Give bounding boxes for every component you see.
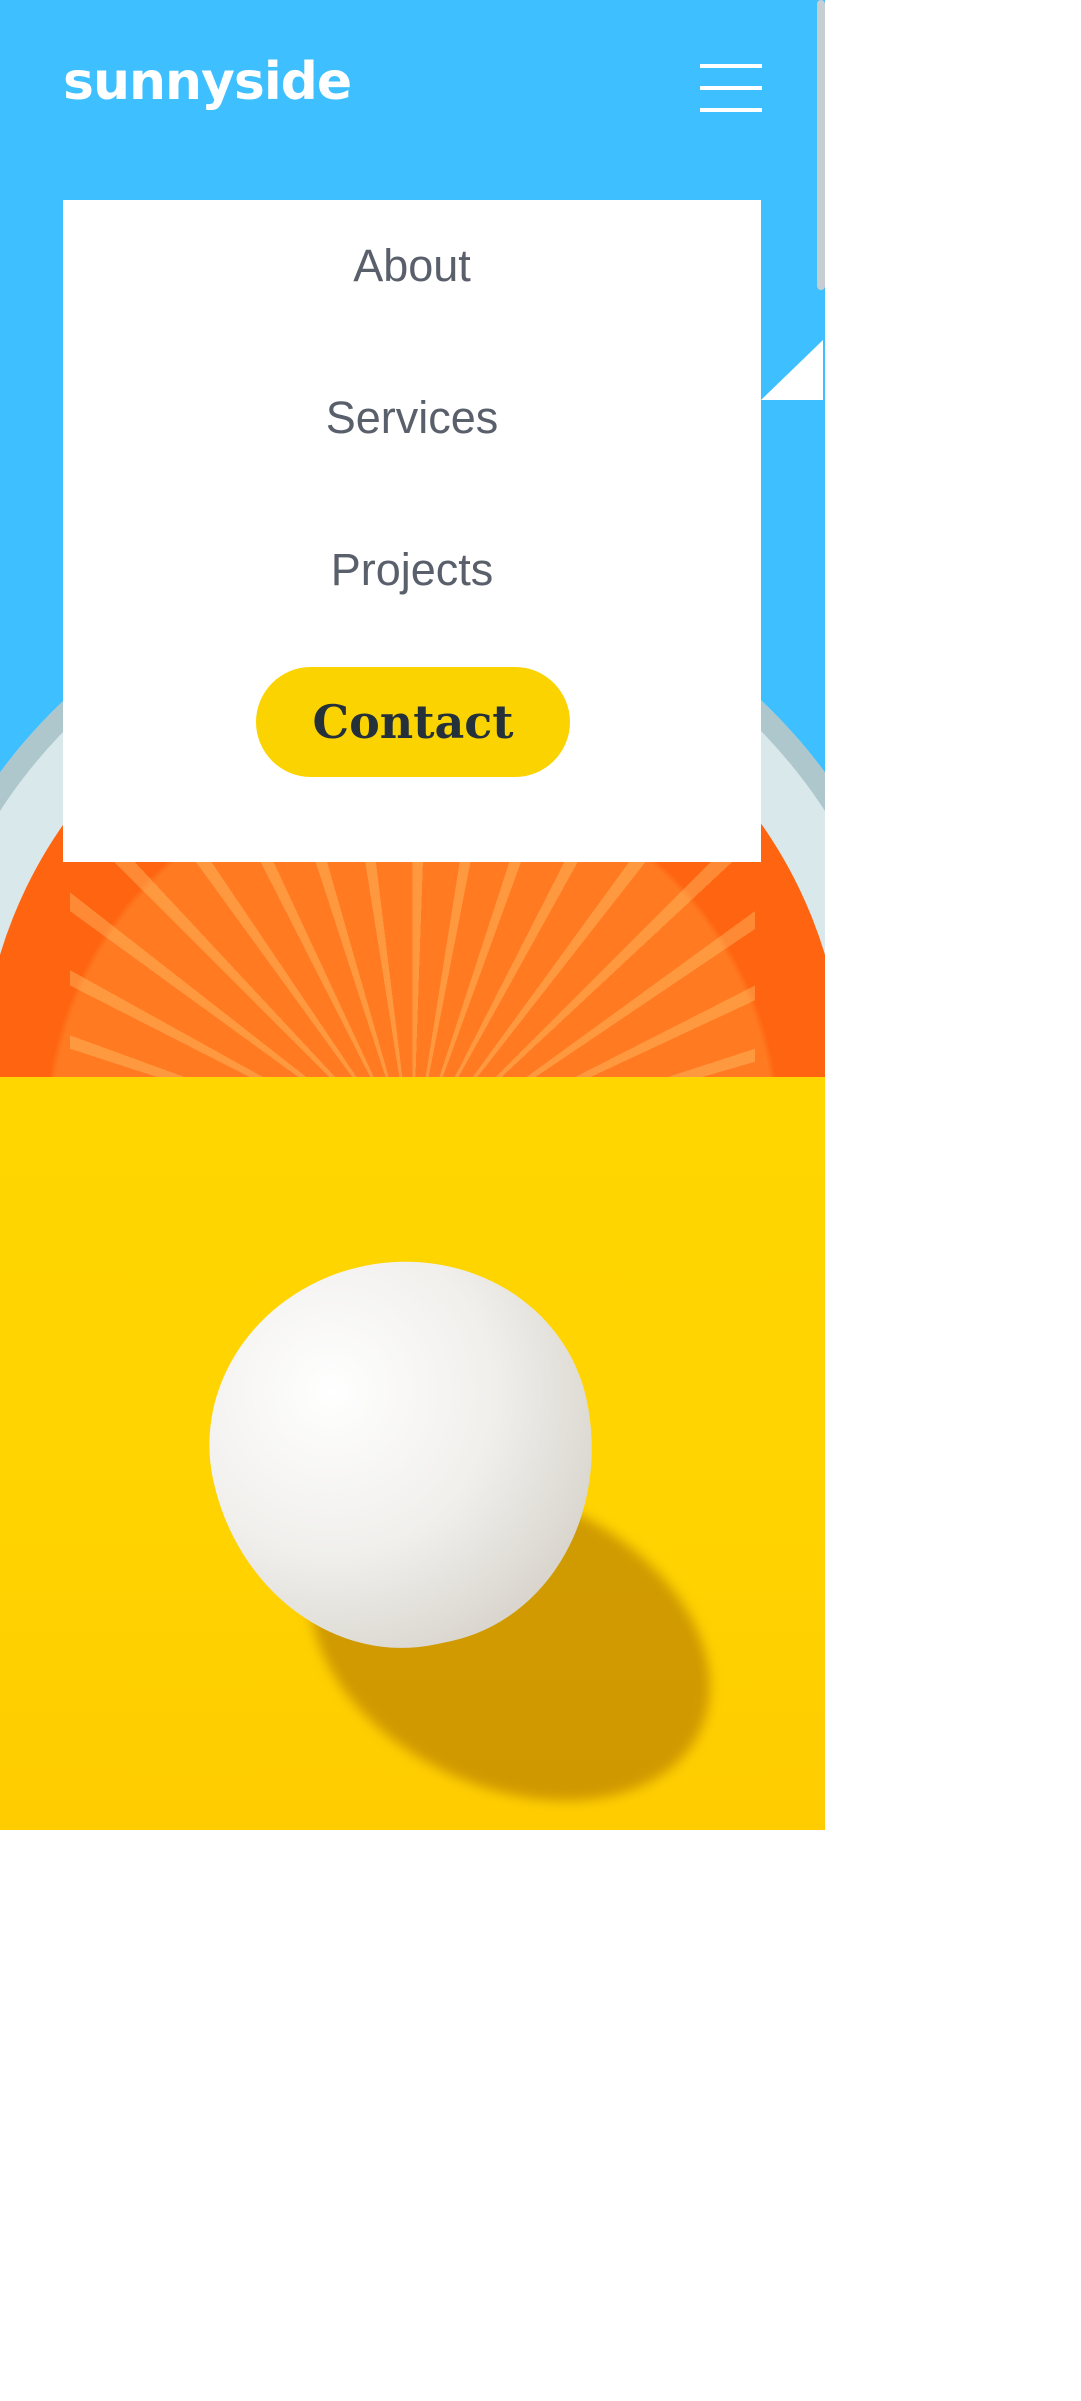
nav-item-about[interactable]: About	[63, 240, 761, 292]
nav-item-services[interactable]: Services	[63, 392, 761, 444]
logo[interactable]: sunnyside	[63, 52, 352, 112]
mobile-nav-menu: About Services Projects Contact	[63, 200, 823, 862]
orange-segments-decoration	[70, 840, 755, 1077]
nav-item-projects[interactable]: Projects	[63, 544, 761, 596]
hamburger-menu-icon[interactable]	[700, 64, 762, 112]
scrollbar[interactable]	[817, 0, 825, 290]
contact-button[interactable]: Contact	[256, 667, 570, 777]
egg-image-section	[0, 1077, 825, 1830]
page-content: sunnyside About Services Projects Contac…	[0, 0, 825, 1830]
hamburger-line	[700, 86, 762, 90]
hamburger-line	[700, 64, 762, 68]
hamburger-line	[700, 108, 762, 112]
menu-notch	[761, 340, 823, 400]
